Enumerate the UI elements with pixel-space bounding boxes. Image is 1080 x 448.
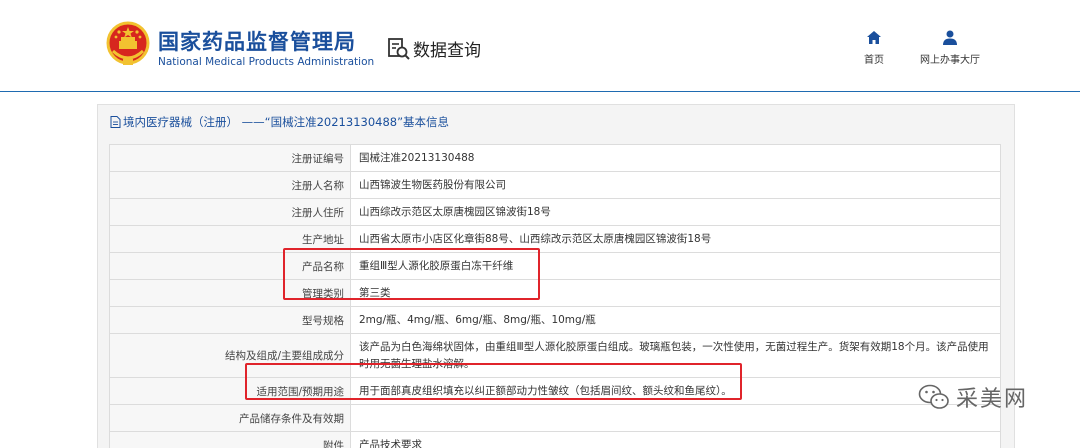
row-value: 产品技术要求	[350, 431, 1001, 448]
row-value: 国械注准20213130488	[350, 144, 1001, 172]
document-icon	[110, 116, 121, 128]
highlight-box-intended-use	[245, 363, 742, 400]
brand-name-en: National Medical Products Administration	[158, 56, 375, 68]
row-value: 2mg/瓶、4mg/瓶、6mg/瓶、8mg/瓶、10mg/瓶	[350, 306, 1001, 334]
table-row: 产品名称 重组Ⅲ型人源化胶原蛋白冻干纤维	[109, 252, 1001, 280]
watermark: 采美网	[918, 381, 1028, 413]
search-document-icon	[388, 37, 410, 60]
row-label: 注册人住所	[109, 198, 351, 226]
home-icon	[867, 31, 881, 44]
row-label: 附件	[109, 431, 351, 448]
wechat-icon	[918, 384, 949, 409]
table-row: 附件 产品技术要求	[109, 431, 1001, 448]
row-label: 注册人名称	[109, 171, 351, 199]
panel-title: 境内医疗器械（注册） ——“国械注准20213130488”基本信息	[110, 114, 449, 130]
row-label: 产品储存条件及有效期	[109, 404, 351, 432]
table-row: 注册证编号 国械注准20213130488	[109, 144, 1001, 172]
panel-title-text: 境内医疗器械（注册） ——“国械注准20213130488”基本信息	[123, 115, 450, 129]
table-row: 注册人名称 山西锦波生物医药股份有限公司	[109, 171, 1001, 199]
row-value: 山西锦波生物医药股份有限公司	[350, 171, 1001, 199]
row-value: 山西综改示范区太原唐槐园区锦波街18号	[350, 198, 1001, 226]
table-row: 管理类别 第三类	[109, 279, 1001, 307]
info-table: 注册证编号 国械注准20213130488 注册人名称 山西锦波生物医药股份有限…	[109, 144, 1001, 448]
table-row: 型号规格 2mg/瓶、4mg/瓶、6mg/瓶、8mg/瓶、10mg/瓶	[109, 306, 1001, 334]
data-query-label: 数据查询	[413, 41, 481, 61]
national-emblem-icon	[106, 21, 150, 65]
brand-name-cn[interactable]: 国家药品监督管理局	[158, 26, 356, 56]
watermark-text: 采美网	[956, 387, 1029, 412]
table-row: 生产地址 山西省太原市小店区化章街88号、山西综改示范区太原唐槐园区锦波街18号	[109, 225, 1001, 253]
nav-home[interactable]: 首页	[858, 30, 890, 66]
nav-online-service-hall[interactable]: 网上办事大厅	[914, 30, 986, 66]
data-query-link[interactable]: 数据查询	[387, 36, 481, 61]
row-label: 注册证编号	[109, 144, 351, 172]
table-row: 产品储存条件及有效期	[109, 404, 1001, 432]
highlight-box-name-category	[283, 248, 540, 300]
table-row: 注册人住所 山西综改示范区太原唐槐园区锦波街18号	[109, 198, 1001, 226]
user-icon	[943, 30, 957, 45]
site-header: 国家药品监督管理局 National Medical Products Admi…	[0, 0, 1080, 92]
row-value	[350, 404, 1001, 432]
nav-home-label: 首页	[864, 55, 884, 66]
nav-online-service-hall-label: 网上办事大厅	[920, 55, 980, 66]
row-label: 型号规格	[109, 306, 351, 334]
